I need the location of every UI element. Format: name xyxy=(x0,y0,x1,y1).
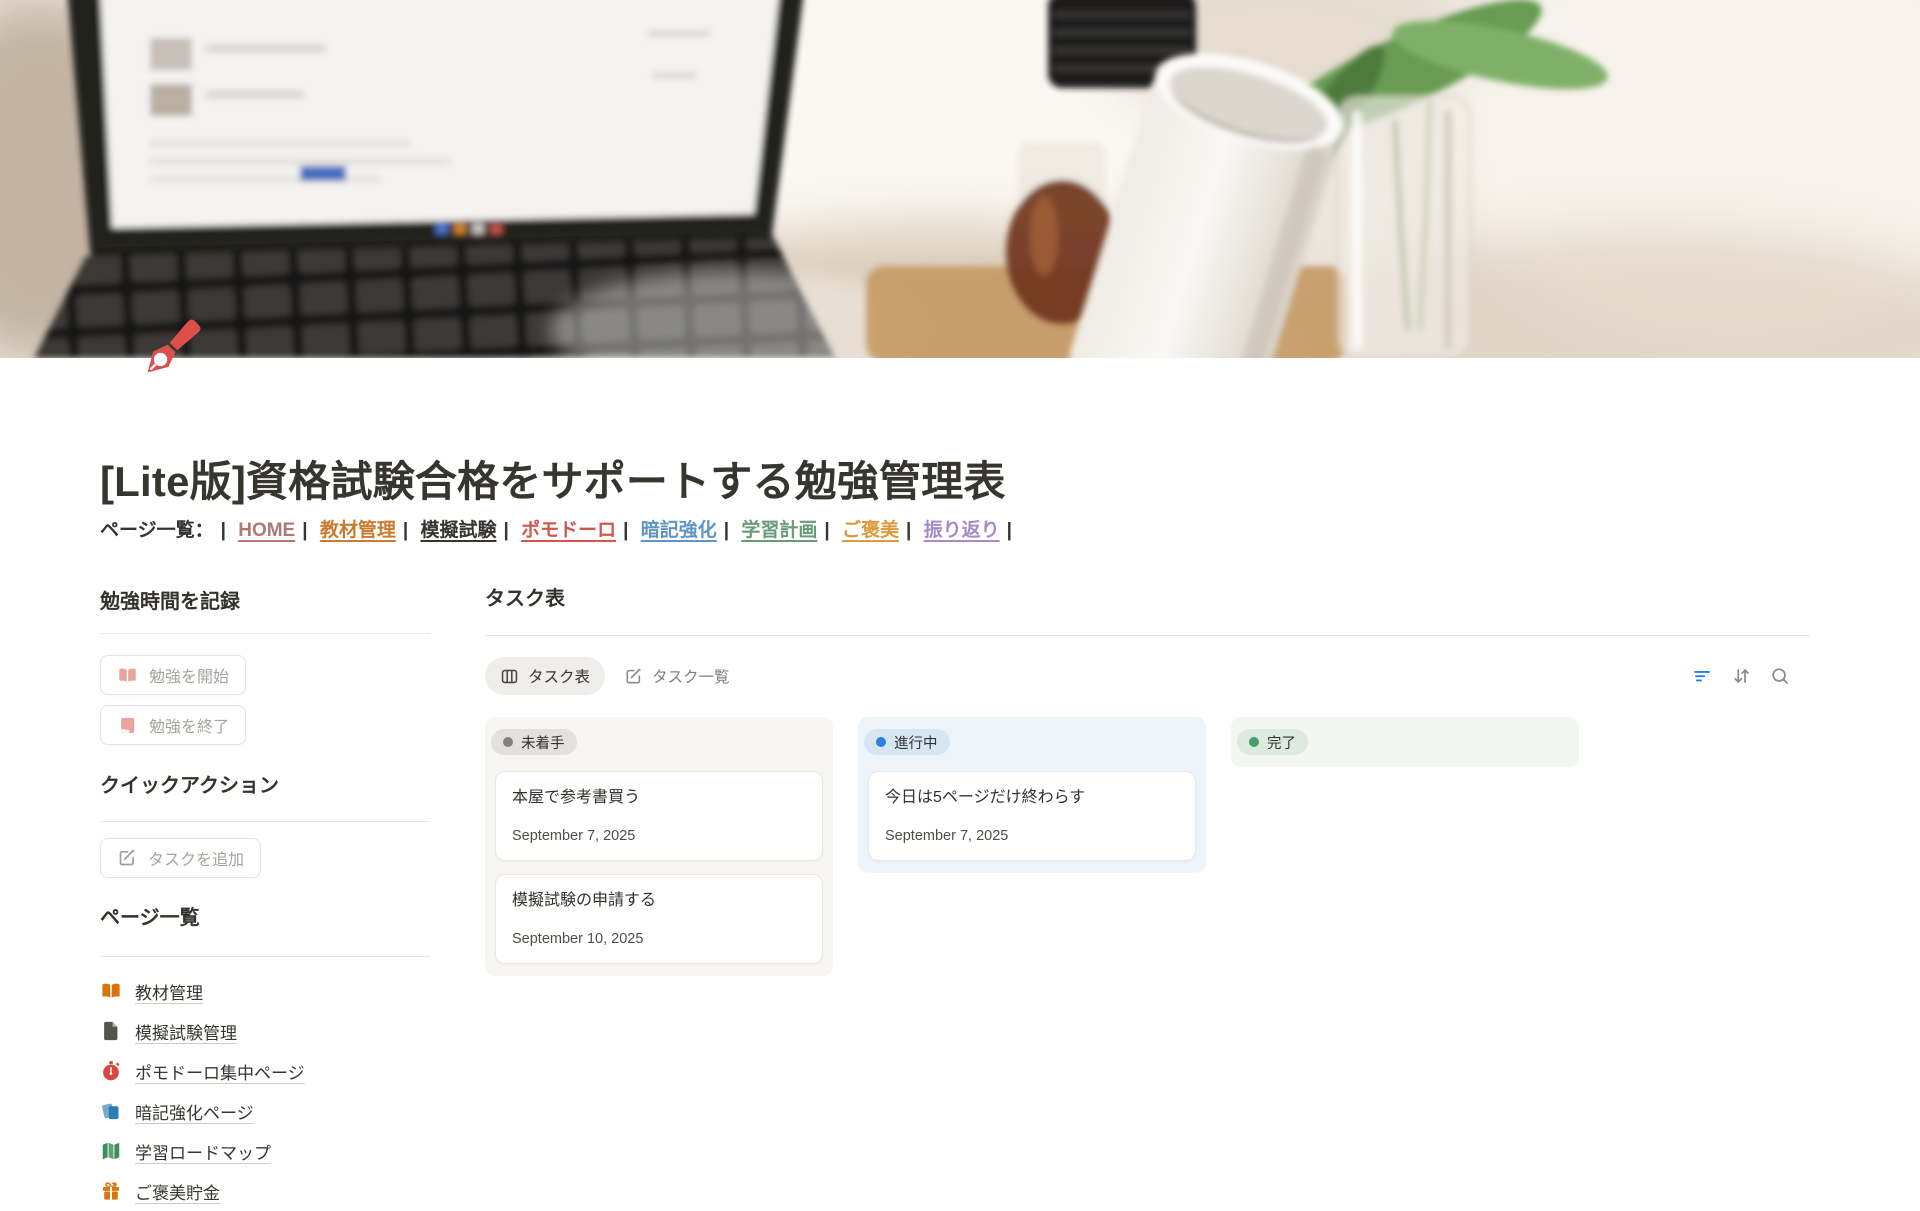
quick-actions-heading: クイックアクション xyxy=(100,769,430,798)
page-link-label: ポモドーロ集中ページ xyxy=(135,1059,305,1084)
page-link-label: 暗記強化ページ xyxy=(135,1099,254,1124)
task-card[interactable]: 今日は5ページだけ終わらす September 7, 2025 xyxy=(868,771,1196,861)
nav-link-memorization[interactable]: 暗記強化 xyxy=(641,520,717,541)
nav-link-home[interactable]: HOME xyxy=(238,520,295,541)
sort-icon xyxy=(1730,665,1752,687)
task-board-section: タスク表 タスク表 タスク一覧 xyxy=(485,582,1810,976)
status-pill-in-progress[interactable]: 進行中 xyxy=(864,729,950,755)
board-heading: タスク表 xyxy=(485,582,1810,611)
kanban-column-not-started: 未着手 本屋で参考書買う September 7, 2025 模擬試験の申請する… xyxy=(485,717,833,976)
status-pill-not-started[interactable]: 未着手 xyxy=(491,729,577,755)
cover-photo xyxy=(0,0,1920,358)
document-icon xyxy=(100,1020,122,1042)
nav-separator: | xyxy=(824,520,829,541)
orange-book-icon xyxy=(100,980,122,1002)
nav-separator: | xyxy=(403,520,408,541)
timer-icon xyxy=(100,1060,122,1082)
nav-link-review[interactable]: 振り返り xyxy=(924,520,1000,541)
status-dot xyxy=(503,737,513,747)
task-title: 今日は5ページだけ終わらす xyxy=(885,787,1179,809)
map-icon xyxy=(100,1140,122,1162)
board-toolbar xyxy=(1690,664,1810,688)
task-due-date: September 7, 2025 xyxy=(885,827,1179,845)
task-due-date: September 10, 2025 xyxy=(512,930,806,948)
tab-list-view[interactable]: タスク一覧 xyxy=(624,665,730,687)
nav-separator: | xyxy=(221,520,226,541)
nav-separator: | xyxy=(302,520,307,541)
page-link-mock-exam-management[interactable]: 模擬試験管理 xyxy=(100,1011,430,1051)
status-dot xyxy=(1249,737,1259,747)
open-book-icon xyxy=(117,665,138,686)
nav-link-reward[interactable]: ご褒美 xyxy=(842,520,899,541)
divider xyxy=(100,633,430,634)
start-study-label: 勉強を開始 xyxy=(149,663,229,687)
kanban-column-in-progress: 進行中 今日は5ページだけ終わらす September 7, 2025 xyxy=(858,717,1206,873)
search-button[interactable] xyxy=(1768,664,1792,688)
status-label: 進行中 xyxy=(894,732,938,753)
pencil-square-icon xyxy=(624,667,643,686)
status-label: 完了 xyxy=(1267,732,1296,753)
task-title: 本屋で参考書買う xyxy=(512,787,806,809)
page-link-reward-savings[interactable]: ご褒美貯金 xyxy=(100,1171,430,1211)
start-study-button[interactable]: 勉強を開始 xyxy=(100,655,246,695)
page-link-materials[interactable]: 教材管理 xyxy=(100,971,430,1011)
task-card[interactable]: 本屋で参考書買う September 7, 2025 xyxy=(495,771,823,861)
status-pill-done[interactable]: 完了 xyxy=(1237,729,1308,755)
page-list-heading: ページ一覧 xyxy=(100,901,430,930)
flashcards-icon xyxy=(100,1100,122,1122)
nav-separator: | xyxy=(906,520,911,541)
cover-photo-illustration xyxy=(0,0,1920,358)
page-link-pomodoro[interactable]: ポモドーロ集中ページ xyxy=(100,1051,430,1091)
closed-book-icon xyxy=(117,715,138,736)
view-tabbar: タスク表 タスク一覧 xyxy=(485,656,1810,696)
nav-link-pomodoro[interactable]: ポモドーロ xyxy=(521,520,616,541)
nav-separator: | xyxy=(503,520,508,541)
page-title: [Lite版]資格試験合格をサポートする勉強管理表 xyxy=(100,448,1006,509)
end-study-button[interactable]: 勉強を終了 xyxy=(100,705,246,745)
nav-separator: | xyxy=(623,520,628,541)
tab-list-label: タスク一覧 xyxy=(652,665,730,687)
page-icon-fountain-pen[interactable] xyxy=(130,310,210,390)
nav-link-study-plan[interactable]: 学習計画 xyxy=(741,520,817,541)
filter-icon xyxy=(1691,665,1713,687)
status-dot xyxy=(876,737,886,747)
page-link-label: 学習ロードマップ xyxy=(135,1139,271,1164)
divider xyxy=(100,956,430,957)
add-task-button[interactable]: タスクを追加 xyxy=(100,838,261,878)
page-link-memorization[interactable]: 暗記強化ページ xyxy=(100,1091,430,1131)
board-view-icon xyxy=(500,667,519,686)
kanban-board: 未着手 本屋で参考書買う September 7, 2025 模擬試験の申請する… xyxy=(485,717,1810,976)
page-list: 教材管理 模擬試験管理 ポモドーロ集中ページ xyxy=(100,971,430,1211)
page-link-roadmap[interactable]: 学習ロードマップ xyxy=(100,1131,430,1171)
divider xyxy=(100,821,430,822)
pencil-square-icon xyxy=(117,848,137,868)
page-nav: ページ一覧： | HOME | 教材管理 | 模擬試験 | ポモドーロ | 暗記強化 | 学… xyxy=(100,515,1019,542)
page-link-label: 教材管理 xyxy=(135,979,203,1004)
nav-link-mock-exam[interactable]: 模擬試験 xyxy=(420,520,496,541)
tab-board-label: タスク表 xyxy=(528,665,590,687)
nav-separator: | xyxy=(724,520,729,541)
nav-separator: | xyxy=(1007,520,1012,541)
kanban-column-done: 完了 xyxy=(1231,717,1579,767)
sort-button[interactable] xyxy=(1729,664,1753,688)
task-due-date: September 7, 2025 xyxy=(512,827,806,845)
search-icon xyxy=(1769,665,1791,687)
add-task-label: タスクを追加 xyxy=(148,846,244,870)
task-card[interactable]: 模擬試験の申請する September 10, 2025 xyxy=(495,874,823,964)
end-study-label: 勉強を終了 xyxy=(149,713,229,737)
nav-link-materials[interactable]: 教材管理 xyxy=(320,520,396,541)
page-link-label: ご褒美貯金 xyxy=(135,1179,220,1204)
divider xyxy=(485,635,1810,636)
tab-board-view[interactable]: タスク表 xyxy=(485,657,605,695)
status-label: 未着手 xyxy=(521,732,565,753)
study-time-heading: 勉強時間を記録 xyxy=(100,585,430,614)
left-sidebar: 勉強時間を記録 勉強を開始 勉強を終了 クイックアクション xyxy=(100,585,430,1211)
page-link-label: 模擬試験管理 xyxy=(135,1019,237,1044)
task-title: 模擬試験の申請する xyxy=(512,890,806,912)
page-nav-label: ページ一覧： xyxy=(100,520,214,541)
fountain-pen-icon xyxy=(130,310,210,390)
filter-button[interactable] xyxy=(1690,664,1714,688)
